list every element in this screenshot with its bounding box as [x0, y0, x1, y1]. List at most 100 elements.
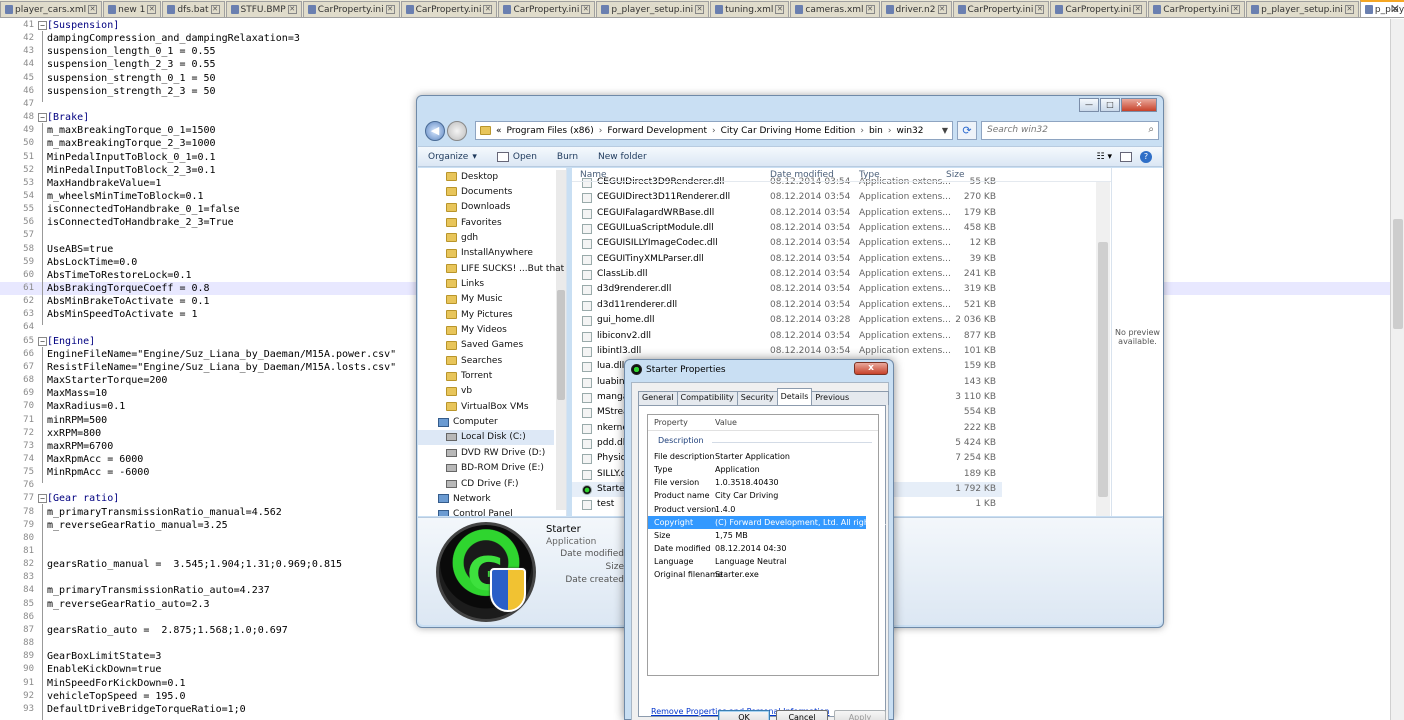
tab-general[interactable]: General — [638, 391, 678, 405]
close-icon[interactable]: ✕ — [695, 5, 705, 14]
breadcrumb-item[interactable]: City Car Driving Home Edition — [721, 126, 856, 136]
burn-button[interactable]: Burn — [547, 152, 588, 162]
file-list-scroll-thumb[interactable] — [1098, 242, 1108, 497]
breadcrumb-item[interactable]: Forward Development — [607, 126, 707, 136]
help-icon[interactable]: ? — [1140, 150, 1152, 163]
file-row[interactable]: CEGUILuaScriptModule.dll 08.12.2014 03:54… — [572, 221, 1002, 236]
cancel-button[interactable]: Cancel — [776, 710, 828, 720]
tab-security[interactable]: Security — [736, 391, 778, 405]
nav-item[interactable]: Network — [418, 491, 491, 506]
view-options-icon[interactable]: ☷ ▾ — [1097, 152, 1112, 162]
column-size[interactable]: Size — [946, 170, 964, 180]
column-name[interactable]: Name — [580, 170, 607, 180]
file-row[interactable]: d3d11renderer.dll 08.12.2014 03:54 Applica… — [572, 298, 1002, 313]
editor-close-icon[interactable]: ✕ — [1390, 2, 1400, 16]
forward-button[interactable] — [447, 121, 467, 141]
breadcrumb-overflow[interactable]: « — [496, 126, 502, 136]
close-icon[interactable]: ✕ — [483, 5, 493, 14]
nav-item[interactable]: vb — [418, 384, 472, 399]
fold-minus-icon[interactable]: − — [38, 494, 47, 504]
dialog-close-button[interactable]: x — [854, 362, 888, 375]
header-value[interactable]: Value — [715, 418, 737, 427]
ok-button[interactable]: OK — [718, 710, 770, 720]
property-row[interactable]: Original filename Starter.exe — [648, 568, 878, 581]
search-input[interactable]: Search win32 ⌕ — [981, 121, 1159, 140]
editor-tab[interactable]: p_player_setup.ini✕ — [596, 1, 710, 17]
nav-item[interactable]: Desktop — [418, 169, 498, 184]
address-bar[interactable]: « Program Files (x86) › Forward Development… — [475, 121, 953, 140]
property-row[interactable]: File version 1.0.3518.40430 — [648, 476, 878, 489]
apply-button[interactable]: Apply — [834, 710, 886, 720]
property-row[interactable]: Product name City Car Driving — [648, 489, 878, 502]
preview-pane-icon[interactable] — [1120, 151, 1132, 162]
close-icon[interactable]: ✕ — [147, 5, 157, 14]
close-icon[interactable]: ✕ — [865, 5, 875, 14]
file-row[interactable]: libiconv2.dll 08.12.2014 03:54 Application… — [572, 329, 1002, 344]
nav-item[interactable]: Documents — [418, 184, 512, 199]
file-row[interactable]: CEGUISILLYImageCodec.dll 08.12.2014 03:54… — [572, 236, 1002, 251]
new-folder-button[interactable]: New folder — [588, 152, 657, 162]
column-type[interactable]: Type — [859, 170, 880, 180]
header-property[interactable]: Property — [654, 418, 688, 427]
chevron-down-icon[interactable]: ▼ — [938, 126, 952, 135]
nav-item[interactable]: Downloads — [418, 200, 510, 215]
fold-minus-icon[interactable]: − — [38, 21, 47, 30]
close-icon[interactable]: ✕ — [1231, 5, 1241, 14]
nav-scrollbar[interactable] — [556, 170, 566, 510]
close-icon[interactable]: ✕ — [1133, 5, 1143, 14]
file-row[interactable]: d3d9renderer.dll 08.12.2014 03:54 Applicat… — [572, 282, 1002, 297]
nav-scroll-thumb[interactable] — [557, 290, 565, 400]
back-button[interactable]: ◀ — [425, 121, 445, 141]
editor-tab[interactable]: p_player_setup.ini✕ — [1246, 1, 1359, 17]
nav-item[interactable]: Computer — [418, 415, 498, 430]
nav-item[interactable]: Control Panel — [418, 507, 513, 516]
editor-tab[interactable]: CarProperty.ini ✕ — [1148, 1, 1246, 17]
nav-item[interactable]: DVD RW Drive (D:) — [418, 445, 545, 460]
nav-item[interactable]: CD Drive (F:) — [418, 476, 518, 491]
refresh-icon[interactable]: ⟳ — [957, 121, 977, 140]
minimize-button[interactable]: — — [1079, 98, 1099, 112]
close-icon[interactable]: ✕ — [287, 5, 297, 14]
editor-tab[interactable]: player_cars.xml ✕ — [0, 1, 103, 17]
nav-item[interactable]: Saved Games — [418, 338, 523, 353]
breadcrumb-item[interactable]: bin — [869, 126, 883, 136]
file-row[interactable]: gui_home.dll 08.12.2014 03:28 Application … — [572, 313, 1002, 328]
close-icon[interactable]: ✕ — [88, 5, 98, 14]
organize-button[interactable]: Organize ▾ — [418, 152, 487, 162]
nav-item[interactable]: InstallAnywhere — [418, 246, 533, 261]
close-icon[interactable]: ✕ — [581, 5, 591, 14]
editor-tab[interactable]: cameras.xml ✕ — [790, 1, 880, 17]
file-row[interactable]: CEGUIFalagardWRBase.dll 08.12.2014 03:54 A… — [572, 206, 1002, 221]
column-date[interactable]: Date modified — [770, 170, 834, 180]
nav-item[interactable]: BD-ROM Drive (E:) — [418, 461, 544, 476]
nav-item[interactable]: Links — [418, 276, 484, 291]
property-row[interactable]: File description Starter Application — [648, 450, 878, 463]
property-row[interactable]: Size 1,75 MB — [648, 529, 878, 542]
editor-tab[interactable]: CarProperty.ini ✕ — [952, 1, 1050, 17]
property-row[interactable]: Type Application — [648, 463, 878, 476]
maximize-button[interactable]: □ — [1100, 98, 1120, 112]
close-icon[interactable]: ✕ — [210, 5, 220, 14]
close-button[interactable]: ✕ — [1121, 98, 1157, 112]
property-row[interactable]: Product version 1.4.0 — [648, 503, 878, 516]
editor-tab[interactable]: new 1 ✕ — [103, 1, 162, 17]
file-list-scrollbar[interactable] — [1096, 182, 1110, 516]
file-row[interactable]: libintl3.dll 08.12.2014 03:54 Application … — [572, 344, 1002, 359]
breadcrumb-item[interactable]: Program Files (x86) — [507, 126, 594, 136]
close-icon[interactable]: ✕ — [775, 5, 785, 14]
nav-item[interactable]: gdh — [418, 230, 478, 245]
close-icon[interactable]: ✕ — [385, 5, 395, 14]
editor-scroll-thumb[interactable] — [1393, 219, 1403, 329]
close-icon[interactable]: ✕ — [1035, 5, 1045, 14]
tab-compatibility[interactable]: Compatibility — [676, 391, 738, 405]
close-icon[interactable]: ✕ — [1344, 5, 1354, 14]
editor-tab[interactable]: CarProperty.ini ✕ — [302, 1, 400, 17]
editor-scrollbar[interactable] — [1390, 19, 1404, 720]
tab-previous-versions[interactable]: Previous Versions — [811, 391, 889, 414]
property-row[interactable]: Copyright (C) Forward Development, Ltd. A… — [648, 515, 886, 529]
property-row[interactable]: Date modified 08.12.2014 04:30 — [648, 542, 878, 555]
editor-tab[interactable]: CarProperty.ini ✕ — [1050, 1, 1148, 17]
nav-item[interactable]: Torrent — [418, 369, 492, 384]
breadcrumb-item[interactable]: win32 — [896, 126, 923, 136]
file-row[interactable]: CEGUIDirect3D11Renderer.dll 08.12.2014 03… — [572, 190, 1002, 205]
